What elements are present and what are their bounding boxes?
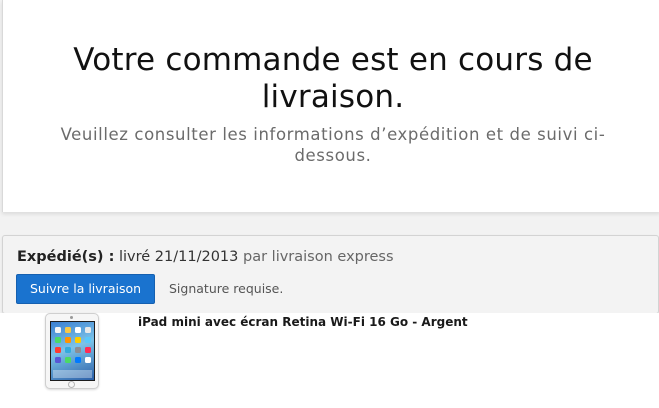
ipad-mini-icon[interactable] — [45, 313, 99, 389]
app-tile — [65, 327, 71, 333]
delivery-date: livré 21/11/2013 — [119, 249, 239, 265]
app-tile — [75, 357, 81, 363]
product-name[interactable]: iPad mini avec écran Retina Wi-Fi 16 Go … — [138, 315, 468, 329]
app-tile — [75, 337, 81, 343]
app-tile — [55, 337, 61, 343]
app-tile — [75, 347, 81, 353]
page-title: Votre commande est en cours de livraison… — [73, 42, 593, 115]
app-grid — [55, 327, 91, 363]
shipment-status-label: Expédié(s) : — [17, 249, 115, 265]
app-tile — [55, 327, 61, 333]
camera-dot — [70, 316, 73, 319]
order-status-header: Votre commande est en cours de livraison… — [2, 0, 659, 212]
product-row: iPad mini avec écran Retina Wi-Fi 16 Go … — [0, 313, 659, 408]
shipment-panel: Expédié(s) : livré 21/11/2013 par livrai… — [2, 235, 659, 314]
app-tile — [65, 347, 71, 353]
track-delivery-button[interactable]: Suivre la livraison — [16, 274, 155, 304]
app-tile — [85, 357, 91, 363]
ipad-screen — [50, 321, 95, 381]
app-tile — [65, 357, 71, 363]
app-tile — [65, 337, 71, 343]
app-tile — [55, 347, 61, 353]
carrier-name: par livraison express — [243, 249, 394, 265]
app-tile — [55, 357, 61, 363]
page-subtitle: Veuillez consulter les informations d’ex… — [60, 125, 606, 165]
shipment-status: Expédié(s) : livré 21/11/2013 par livrai… — [17, 249, 394, 265]
app-dock — [53, 370, 92, 378]
home-button — [68, 381, 75, 388]
app-tile — [85, 347, 91, 353]
app-tile — [75, 327, 81, 333]
app-tile — [85, 337, 91, 343]
app-tile — [85, 327, 91, 333]
order-status-page: Votre commande est en cours de livraison… — [0, 0, 659, 408]
signature-required-note: Signature requise. — [169, 281, 284, 296]
